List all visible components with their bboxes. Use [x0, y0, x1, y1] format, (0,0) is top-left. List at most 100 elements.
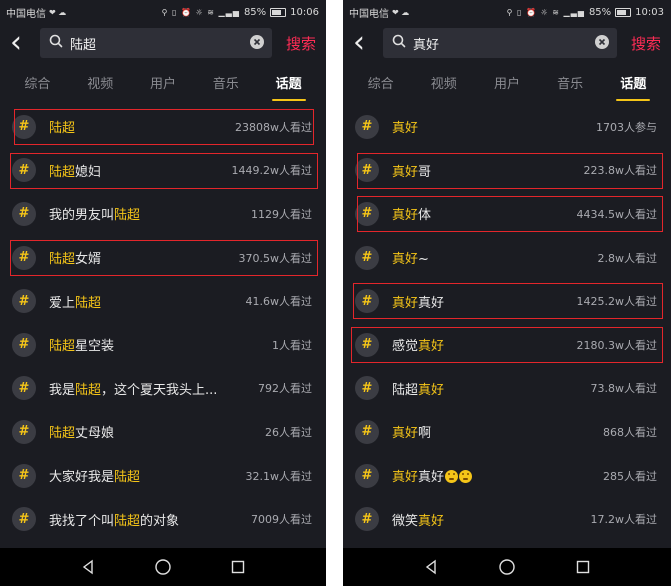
topic-title-highlight: 陆超	[49, 252, 76, 268]
list-item[interactable]: # 微笑真好 17.2w人看过	[343, 497, 671, 541]
topic-title: 陆超真好	[392, 379, 591, 398]
topic-title: 陆超女婿	[49, 248, 239, 267]
hashtag-icon: #	[355, 245, 379, 270]
topic-title: 陆超丈母娘	[49, 422, 265, 441]
tab-2[interactable]: 用户	[146, 67, 180, 98]
view-count: 370.5w人看过	[238, 251, 313, 265]
list-item[interactable]: # 陆超女婿 370.5w人看过	[0, 236, 326, 280]
search-button[interactable]: 搜索	[286, 33, 316, 54]
topic-title: 真好真好	[392, 466, 603, 485]
hashtag-icon: #	[12, 289, 36, 314]
topic-list: # 真好 1703人参与 # 真好哥 223.8w人看过 # 真好体 4434.5w人看过 # 真好…	[343, 105, 671, 541]
list-item[interactable]: # 真好体 4434.5w人看过	[343, 192, 671, 236]
tab-2[interactable]: 用户	[490, 67, 524, 98]
list-item[interactable]: # 我是陆超，这个夏天我头上... 792人看过	[0, 367, 326, 411]
search-button[interactable]: 搜索	[631, 33, 661, 54]
topic-title: 微笑真好	[392, 510, 591, 529]
topic-title-highlight: 真好	[392, 208, 419, 224]
topic-title-suffix: 真好	[418, 295, 445, 311]
topic-title-highlight: 真好	[392, 164, 419, 180]
hashtag-icon: #	[355, 376, 379, 401]
list-item[interactable]: # 陆超真好 73.8w人看过	[343, 367, 671, 411]
hashtag-icon: #	[355, 332, 379, 357]
topic-title-highlight: 真好	[392, 470, 419, 486]
topic-title-highlight: 陆超	[114, 470, 141, 486]
list-item[interactable]: # 陆超媳妇 1449.2w人看过	[0, 149, 326, 193]
topic-title-suffix: 星空装	[75, 339, 115, 355]
back-button[interactable]: ‹	[353, 28, 379, 58]
topic-title: 真好	[392, 117, 596, 136]
list-item[interactable]: # 真好真好 285人看过	[343, 454, 671, 498]
list-item[interactable]: # 陆超 23808w人看过	[0, 105, 326, 149]
topic-title-highlight: 真好	[418, 382, 445, 398]
system-nav-bar	[0, 548, 326, 586]
topic-title: 陆超	[49, 117, 235, 136]
clock-time: 10:06	[290, 6, 319, 18]
phone-screen-left: 中国电信 ❤ ☁ ⚲ ▯ ⏰ ☼ ≋ ▁▃▅ 85% 10:06 ‹ 陆超 搜索综合 视频 用户音…	[0, 0, 326, 586]
nav-recents-icon[interactable]	[572, 556, 594, 578]
list-item[interactable]: # 大家好我是陆超 32.1w人看过	[0, 454, 326, 498]
list-item[interactable]: # 陆超丈母娘 26人看过	[0, 410, 326, 454]
tab-4[interactable]: 话题	[616, 67, 651, 101]
topic-title-highlight: 真好	[392, 121, 419, 137]
topic-title-suffix: 丈母娘	[75, 426, 115, 442]
list-item[interactable]: # 我的男友叫陆超 1129人看过	[0, 192, 326, 236]
view-count: 1425.2w人看过	[576, 295, 658, 309]
list-item[interactable]: # 陆超星空装 1人看过	[0, 323, 326, 367]
topic-title: 大家好我是陆超	[49, 466, 246, 485]
tab-4[interactable]: 话题	[271, 67, 306, 101]
nav-back-icon[interactable]	[420, 556, 442, 578]
clock-time: 10:03	[635, 6, 664, 18]
topic-title-prefix: 爱上	[49, 295, 76, 311]
tab-3[interactable]: 音乐	[209, 67, 243, 98]
topic-title-prefix: 我是	[49, 382, 76, 398]
list-item[interactable]: # 真好啊 868人看过	[343, 410, 671, 454]
tab-3[interactable]: 音乐	[553, 67, 587, 98]
status-bar: 中国电信 ❤ ☁ ⚲ ▯ ⏰ ☼ ≋ ▁▃▅ 85% 10:06	[0, 0, 326, 24]
topic-title: 真好~	[392, 248, 598, 267]
tab-1[interactable]: 视频	[427, 67, 461, 98]
view-count: 223.8w人看过	[583, 164, 658, 178]
view-count: 26人看过	[265, 425, 312, 439]
topic-title: 我的男友叫陆超	[49, 204, 251, 223]
search-icon	[391, 33, 413, 53]
topic-title-highlight: 真好	[392, 295, 419, 311]
hashtag-icon: #	[12, 376, 36, 401]
view-count: 32.1w人看过	[245, 469, 313, 483]
topic-title: 真好啊	[392, 422, 603, 441]
nav-home-icon[interactable]	[496, 556, 518, 578]
back-button[interactable]: ‹	[10, 28, 36, 58]
hashtag-icon: #	[12, 419, 36, 444]
carrier-label: 中国电信	[6, 8, 46, 20]
hashtag-icon: #	[355, 507, 379, 532]
topic-title-highlight: 真好	[418, 339, 445, 355]
list-item[interactable]: # 真好真好 1425.2w人看过	[343, 279, 671, 323]
search-query[interactable]: 陆超	[70, 34, 250, 53]
search-input[interactable]: 陆超	[40, 28, 272, 58]
tab-0[interactable]: 综合	[364, 67, 398, 98]
nav-home-icon[interactable]	[152, 556, 174, 578]
search-query[interactable]: 真好	[413, 34, 595, 53]
nav-back-icon[interactable]	[77, 556, 99, 578]
list-item[interactable]: # 真好~ 2.8w人看过	[343, 236, 671, 280]
list-item[interactable]: # 真好哥 223.8w人看过	[343, 149, 671, 193]
list-item[interactable]: # 我找了个叫陆超的对象 7009人看过	[0, 497, 326, 541]
view-count: 2.8w人看过	[597, 251, 658, 265]
list-item[interactable]: # 爱上陆超 41.6w人看过	[0, 279, 326, 323]
clear-icon[interactable]	[594, 34, 609, 53]
nav-recents-icon[interactable]	[227, 556, 249, 578]
tab-1[interactable]: 视频	[83, 67, 117, 98]
topic-title-suffix: 真好	[418, 470, 445, 486]
topic-title-highlight: 陆超	[75, 382, 102, 398]
list-item[interactable]: # 感觉真好 2180.3w人看过	[343, 323, 671, 367]
search-input[interactable]: 真好	[383, 28, 617, 58]
notification-icon: ❤ ☁	[392, 7, 410, 17]
status-right: ⚲ ▯ ⏰ ☼ ≋ ▁▃▅ 85% 10:03	[507, 7, 664, 18]
view-count: 4434.5w人看过	[576, 207, 658, 221]
clear-icon[interactable]	[249, 34, 264, 53]
search-icon	[48, 33, 70, 53]
tab-0[interactable]: 综合	[20, 67, 54, 98]
hashtag-icon: #	[12, 114, 36, 139]
carrier-label: 中国电信	[349, 8, 389, 20]
list-item[interactable]: # 真好 1703人参与	[343, 105, 671, 149]
